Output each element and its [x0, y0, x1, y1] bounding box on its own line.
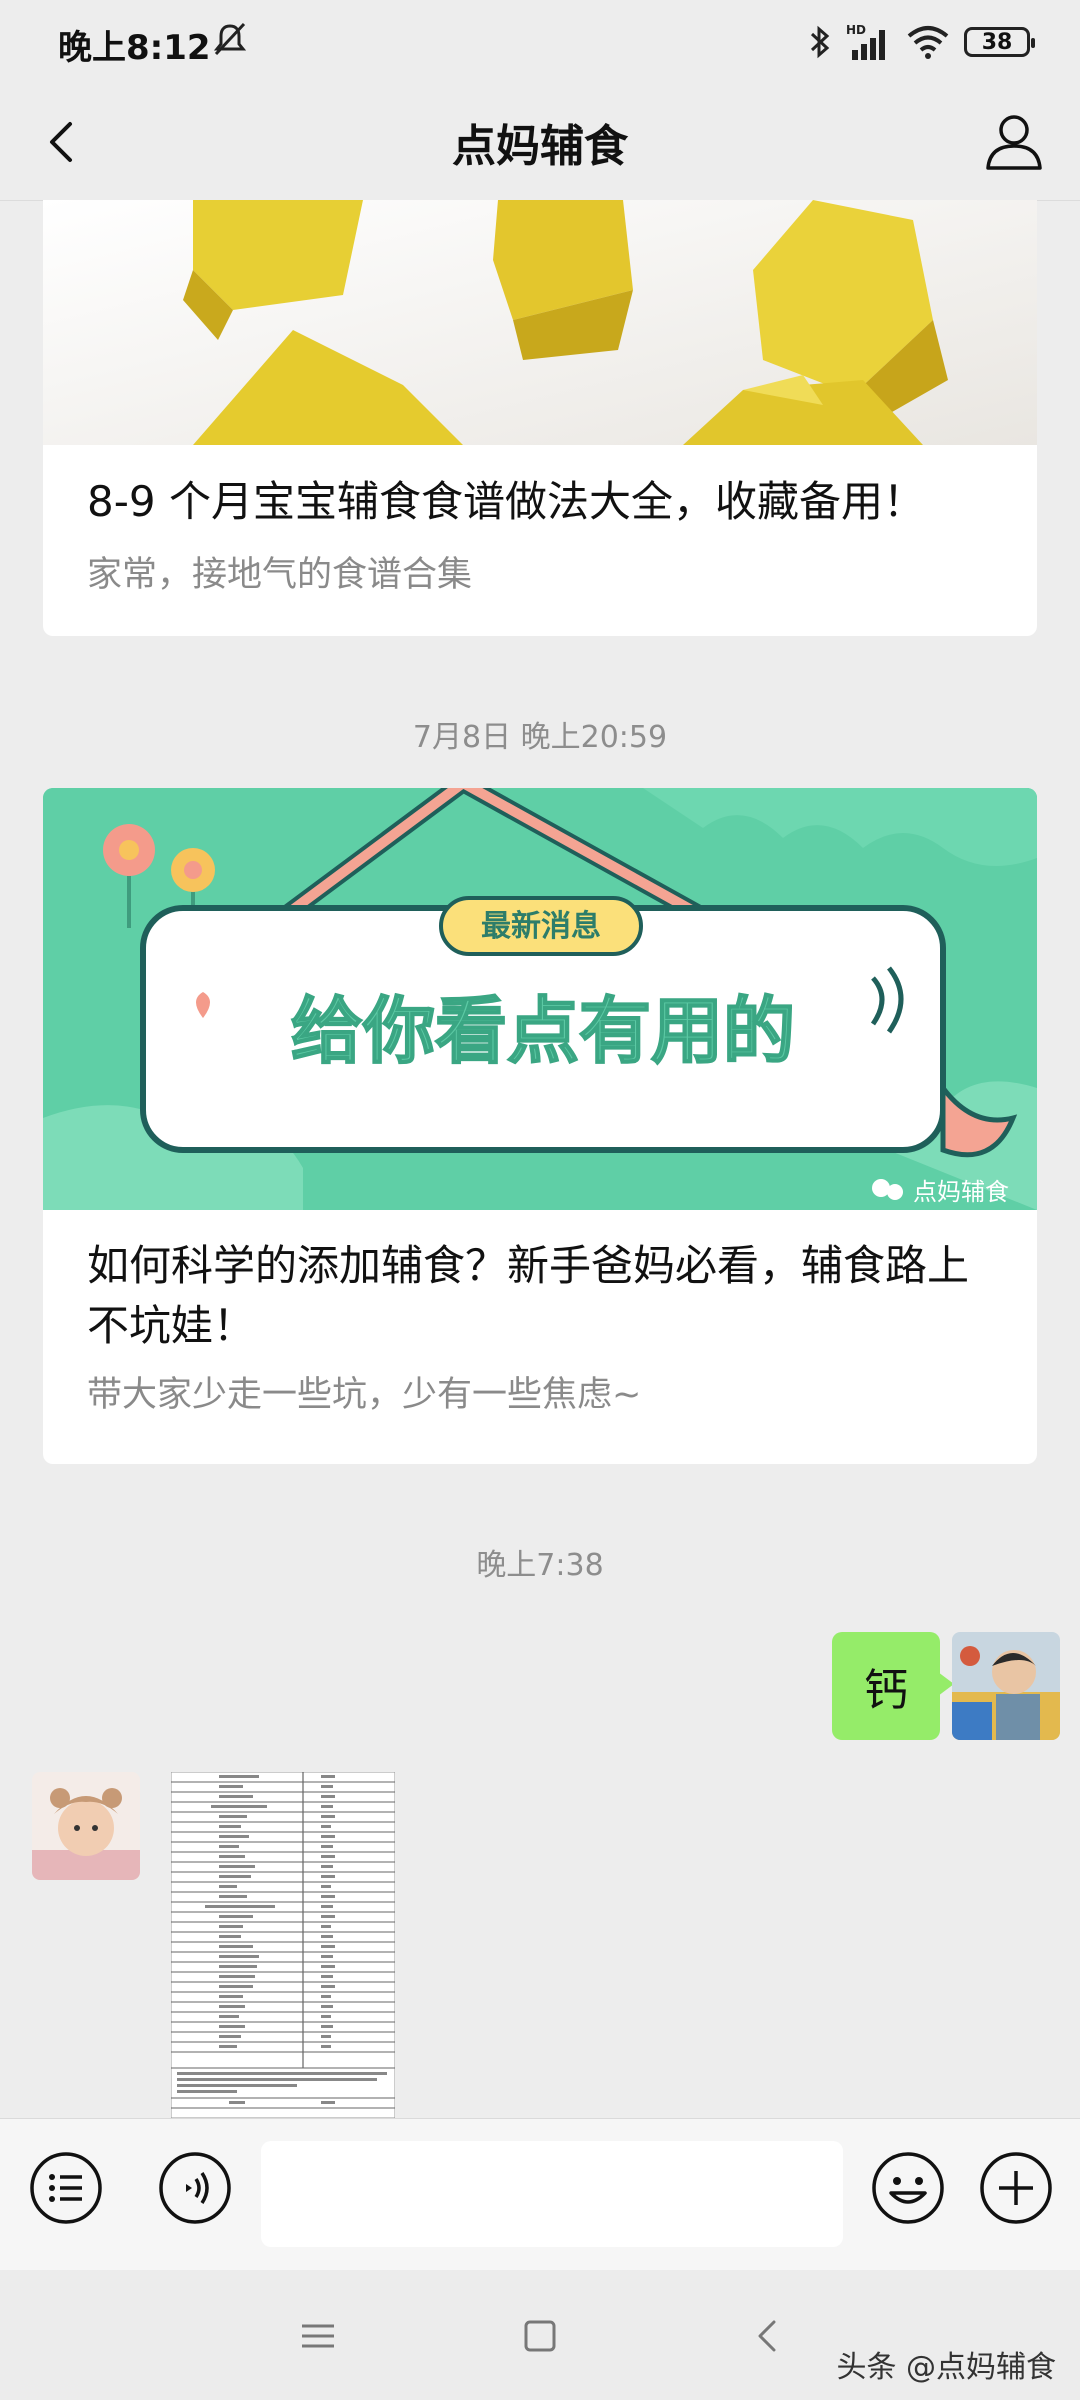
battery-icon: 38 — [964, 27, 1035, 57]
input-bar — [0, 2118, 1080, 2271]
sent-message-text: 钙 — [864, 1665, 908, 1716]
wifi-icon — [907, 26, 949, 59]
watermark: 头条 @点妈辅食 — [836, 2350, 1056, 2385]
message-input[interactable] — [261, 2141, 843, 2247]
plus-icon[interactable] — [977, 2149, 1055, 2227]
received-image-table[interactable] — [171, 1772, 395, 2118]
page-title: 点妈辅食 — [452, 121, 628, 172]
battery-level: 38 — [981, 29, 1013, 55]
mute-icon — [213, 22, 247, 56]
banner-tag: 最新消息 — [481, 909, 601, 944]
article-card-1[interactable]: 8-9 个月宝宝辅食食谱做法大全，收藏备用！ 家常，接地气的食谱合集 — [43, 200, 1037, 636]
article-1-title: 8-9 个月宝宝辅食食谱做法大全，收藏备用！ — [87, 477, 925, 526]
banner-brand: 点妈辅食 — [913, 1178, 1009, 1206]
article-2-desc: 带大家少走一些坑，少有一些焦虑~ — [87, 1375, 642, 1415]
banner-headline: 给你看点有用的 — [291, 989, 795, 1073]
status-icons: HD 38 — [808, 18, 1035, 66]
banner-illustration: 最新消息 给你看点有用的 点妈辅食 — [43, 788, 1037, 1210]
article-1-image — [43, 200, 1037, 445]
voice-icon[interactable] — [156, 2149, 234, 2227]
bluetooth-icon — [810, 25, 830, 59]
sent-message-bubble[interactable]: 钙 — [832, 1632, 954, 1740]
timestamp: 晚上7:38 — [476, 1548, 604, 1583]
my-avatar[interactable] — [952, 1632, 1060, 1740]
sender-avatar[interactable] — [32, 1772, 140, 1880]
article-1-desc: 家常，接地气的食谱合集 — [87, 555, 473, 595]
status-time: 晚上8:12 — [58, 28, 211, 68]
emoji-icon[interactable] — [869, 2149, 947, 2227]
hd-signal-icon: HD — [846, 23, 885, 60]
timestamp: 7月8日 晚上20:59 — [412, 720, 668, 755]
status-bar: 晚上8:12 HD 38 — [0, 0, 1080, 84]
mango-cake-image — [43, 200, 1037, 445]
nav-bar: 点妈辅食 — [0, 84, 1080, 201]
back-nav-icon[interactable] — [744, 2312, 792, 2360]
article-card-2[interactable]: 最新消息 给你看点有用的 点妈辅食 如何科学的添加辅食？新手爸妈必看，辅食路上不… — [43, 788, 1037, 1464]
svg-text:HD: HD — [846, 23, 866, 37]
article-2-banner: 最新消息 给你看点有用的 点妈辅食 — [43, 788, 1037, 1210]
article-2-title: 如何科学的添加辅食？新手爸妈必看，辅食路上不坑娃！ — [87, 1241, 970, 1350]
menu-list-icon[interactable] — [27, 2149, 105, 2227]
recent-apps-icon[interactable] — [294, 2312, 342, 2360]
chat-area[interactable]: 8-9 个月宝宝辅食食谱做法大全，收藏备用！ 家常，接地气的食谱合集 7月8日 … — [0, 200, 1080, 2118]
profile-icon[interactable] — [978, 106, 1050, 178]
home-icon[interactable] — [516, 2312, 564, 2360]
